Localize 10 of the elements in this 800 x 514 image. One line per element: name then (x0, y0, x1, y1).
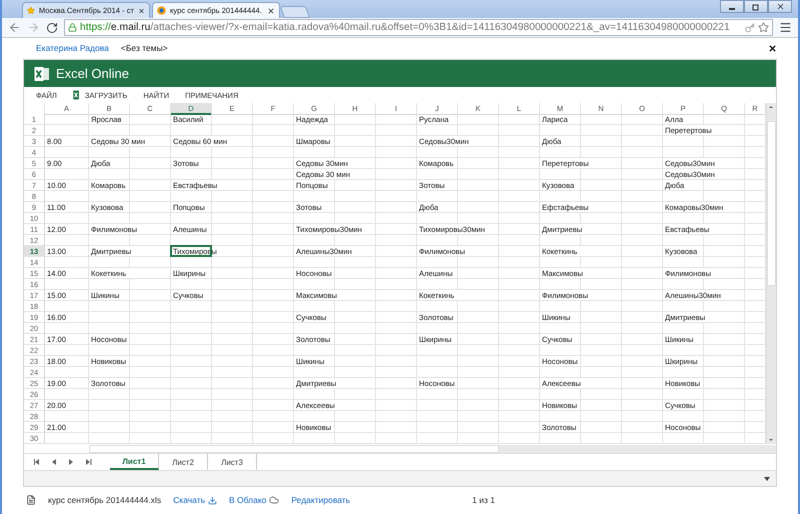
app-title: Excel Online (56, 66, 129, 81)
address-field[interactable]: https://e.mail.ru/attaches-viewer/?x-email=katia.radova%40mail.ru&offset=0%3B1&id=14116304980000000221&_av=14116304980000000221 (64, 19, 773, 36)
action-link[interactable]: Редактировать (291, 495, 350, 505)
message-subject: <Без темы> (120, 43, 168, 53)
file-name: курс сентябрь 201444444.xls (48, 495, 162, 505)
sender-name[interactable]: Екатерина Радова (36, 43, 109, 53)
sheet-tab[interactable]: Лист1 (110, 454, 159, 470)
page-counter: 1 из 1 (472, 495, 495, 505)
action-link[interactable]: Скачать (173, 495, 218, 505)
action-link[interactable]: В Облако (229, 495, 280, 505)
